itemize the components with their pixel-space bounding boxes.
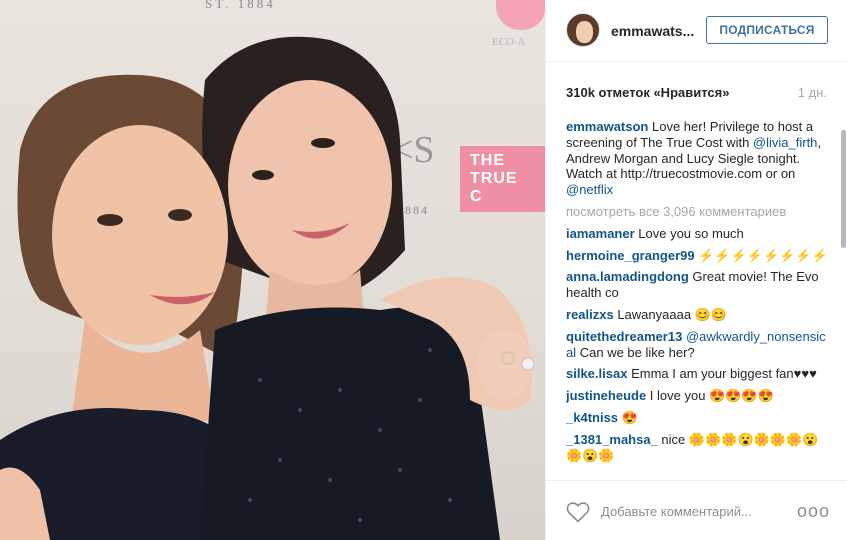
comment-text: ⚡⚡⚡⚡⚡⚡⚡⚡: [694, 247, 828, 263]
comment-username[interactable]: realizxs: [566, 307, 614, 322]
comment-item: justineheude I love you 😍😍😍😍: [566, 388, 828, 404]
caption-mention-netflix[interactable]: @netflix: [566, 182, 613, 197]
likes-count[interactable]: 310k отметок «Нравится»: [566, 85, 729, 100]
more-options-icon[interactable]: ooo: [797, 501, 830, 522]
comment-username[interactable]: anna.lamadingdong: [566, 269, 689, 284]
comment-username[interactable]: _1381_mahsa_: [566, 432, 658, 447]
comment-username[interactable]: silke.lisax: [566, 366, 627, 381]
comment-text: Can we be like her?: [576, 344, 695, 360]
post-side-panel: emmawats... ПОДПИСАТЬСЯ 310k отметок «Нр…: [545, 0, 847, 540]
caption-username[interactable]: emmawatson: [566, 119, 648, 134]
comment-text: Love you so much: [634, 225, 744, 241]
comment-item: _1381_mahsa_ nice 🌼🌼🌼😮🌼🌼🌼😮🌼😮🌼: [566, 432, 828, 464]
post-footer: Добавьте комментарий... ooo: [546, 480, 847, 540]
comment-username[interactable]: quitethedreamer13: [566, 329, 682, 344]
caption-mention-livia[interactable]: @livia_firth: [753, 135, 818, 150]
comment-username[interactable]: justineheude: [566, 388, 646, 403]
add-comment-input[interactable]: Добавьте комментарий...: [601, 504, 752, 519]
comment-item: quitethedreamer13 @awkwardly_nonsensical…: [566, 329, 828, 361]
comment-username[interactable]: iamamaner: [566, 226, 635, 241]
people-illustration: [0, 36, 535, 540]
comment-item: hermoine_granger99 ⚡⚡⚡⚡⚡⚡⚡⚡: [566, 248, 828, 264]
like-heart-icon[interactable]: [566, 501, 590, 523]
comment-item: silke.lisax Emma I am your biggest fan♥♥…: [566, 366, 828, 382]
comment-username[interactable]: _k4tniss: [566, 410, 618, 425]
comment-text: I love you 😍😍😍😍: [646, 388, 774, 404]
post-time[interactable]: 1 дн.: [798, 85, 827, 100]
comment-username[interactable]: hermoine_granger99: [566, 248, 695, 263]
comment-text: Lawanyaaaa 😊😊: [613, 306, 728, 322]
post-photo[interactable]: ST. 1884 ECO·A <S 1884 THE TRUE C: [0, 0, 545, 540]
scrollbar-thumb[interactable]: [841, 130, 846, 248]
post-author-username[interactable]: emmawats...: [611, 23, 694, 39]
comment-item: iamamaner Love you so much: [566, 226, 828, 242]
comment-item: _k4tniss 😍: [566, 410, 828, 426]
view-all-comments-link[interactable]: посмотреть все 3,096 комментариев: [566, 204, 828, 220]
follow-button[interactable]: ПОДПИСАТЬСЯ: [706, 16, 828, 44]
comments-list: emmawatson Love her! Privilege to host a…: [566, 119, 828, 479]
post-header: emmawats... ПОДПИСАТЬСЯ: [546, 0, 847, 62]
comment-item: anna.lamadingdong Great movie! The Evo h…: [566, 269, 828, 301]
caption: emmawatson Love her! Privilege to host a…: [566, 119, 828, 198]
avatar[interactable]: [566, 13, 600, 47]
comment-text: Emma I am your biggest fan♥♥♥: [627, 366, 817, 382]
comment-text: 😍: [618, 409, 638, 425]
comment-item: realizxs Lawanyaaaa 😊😊: [566, 307, 828, 323]
comments-scrollbar[interactable]: [841, 125, 846, 478]
